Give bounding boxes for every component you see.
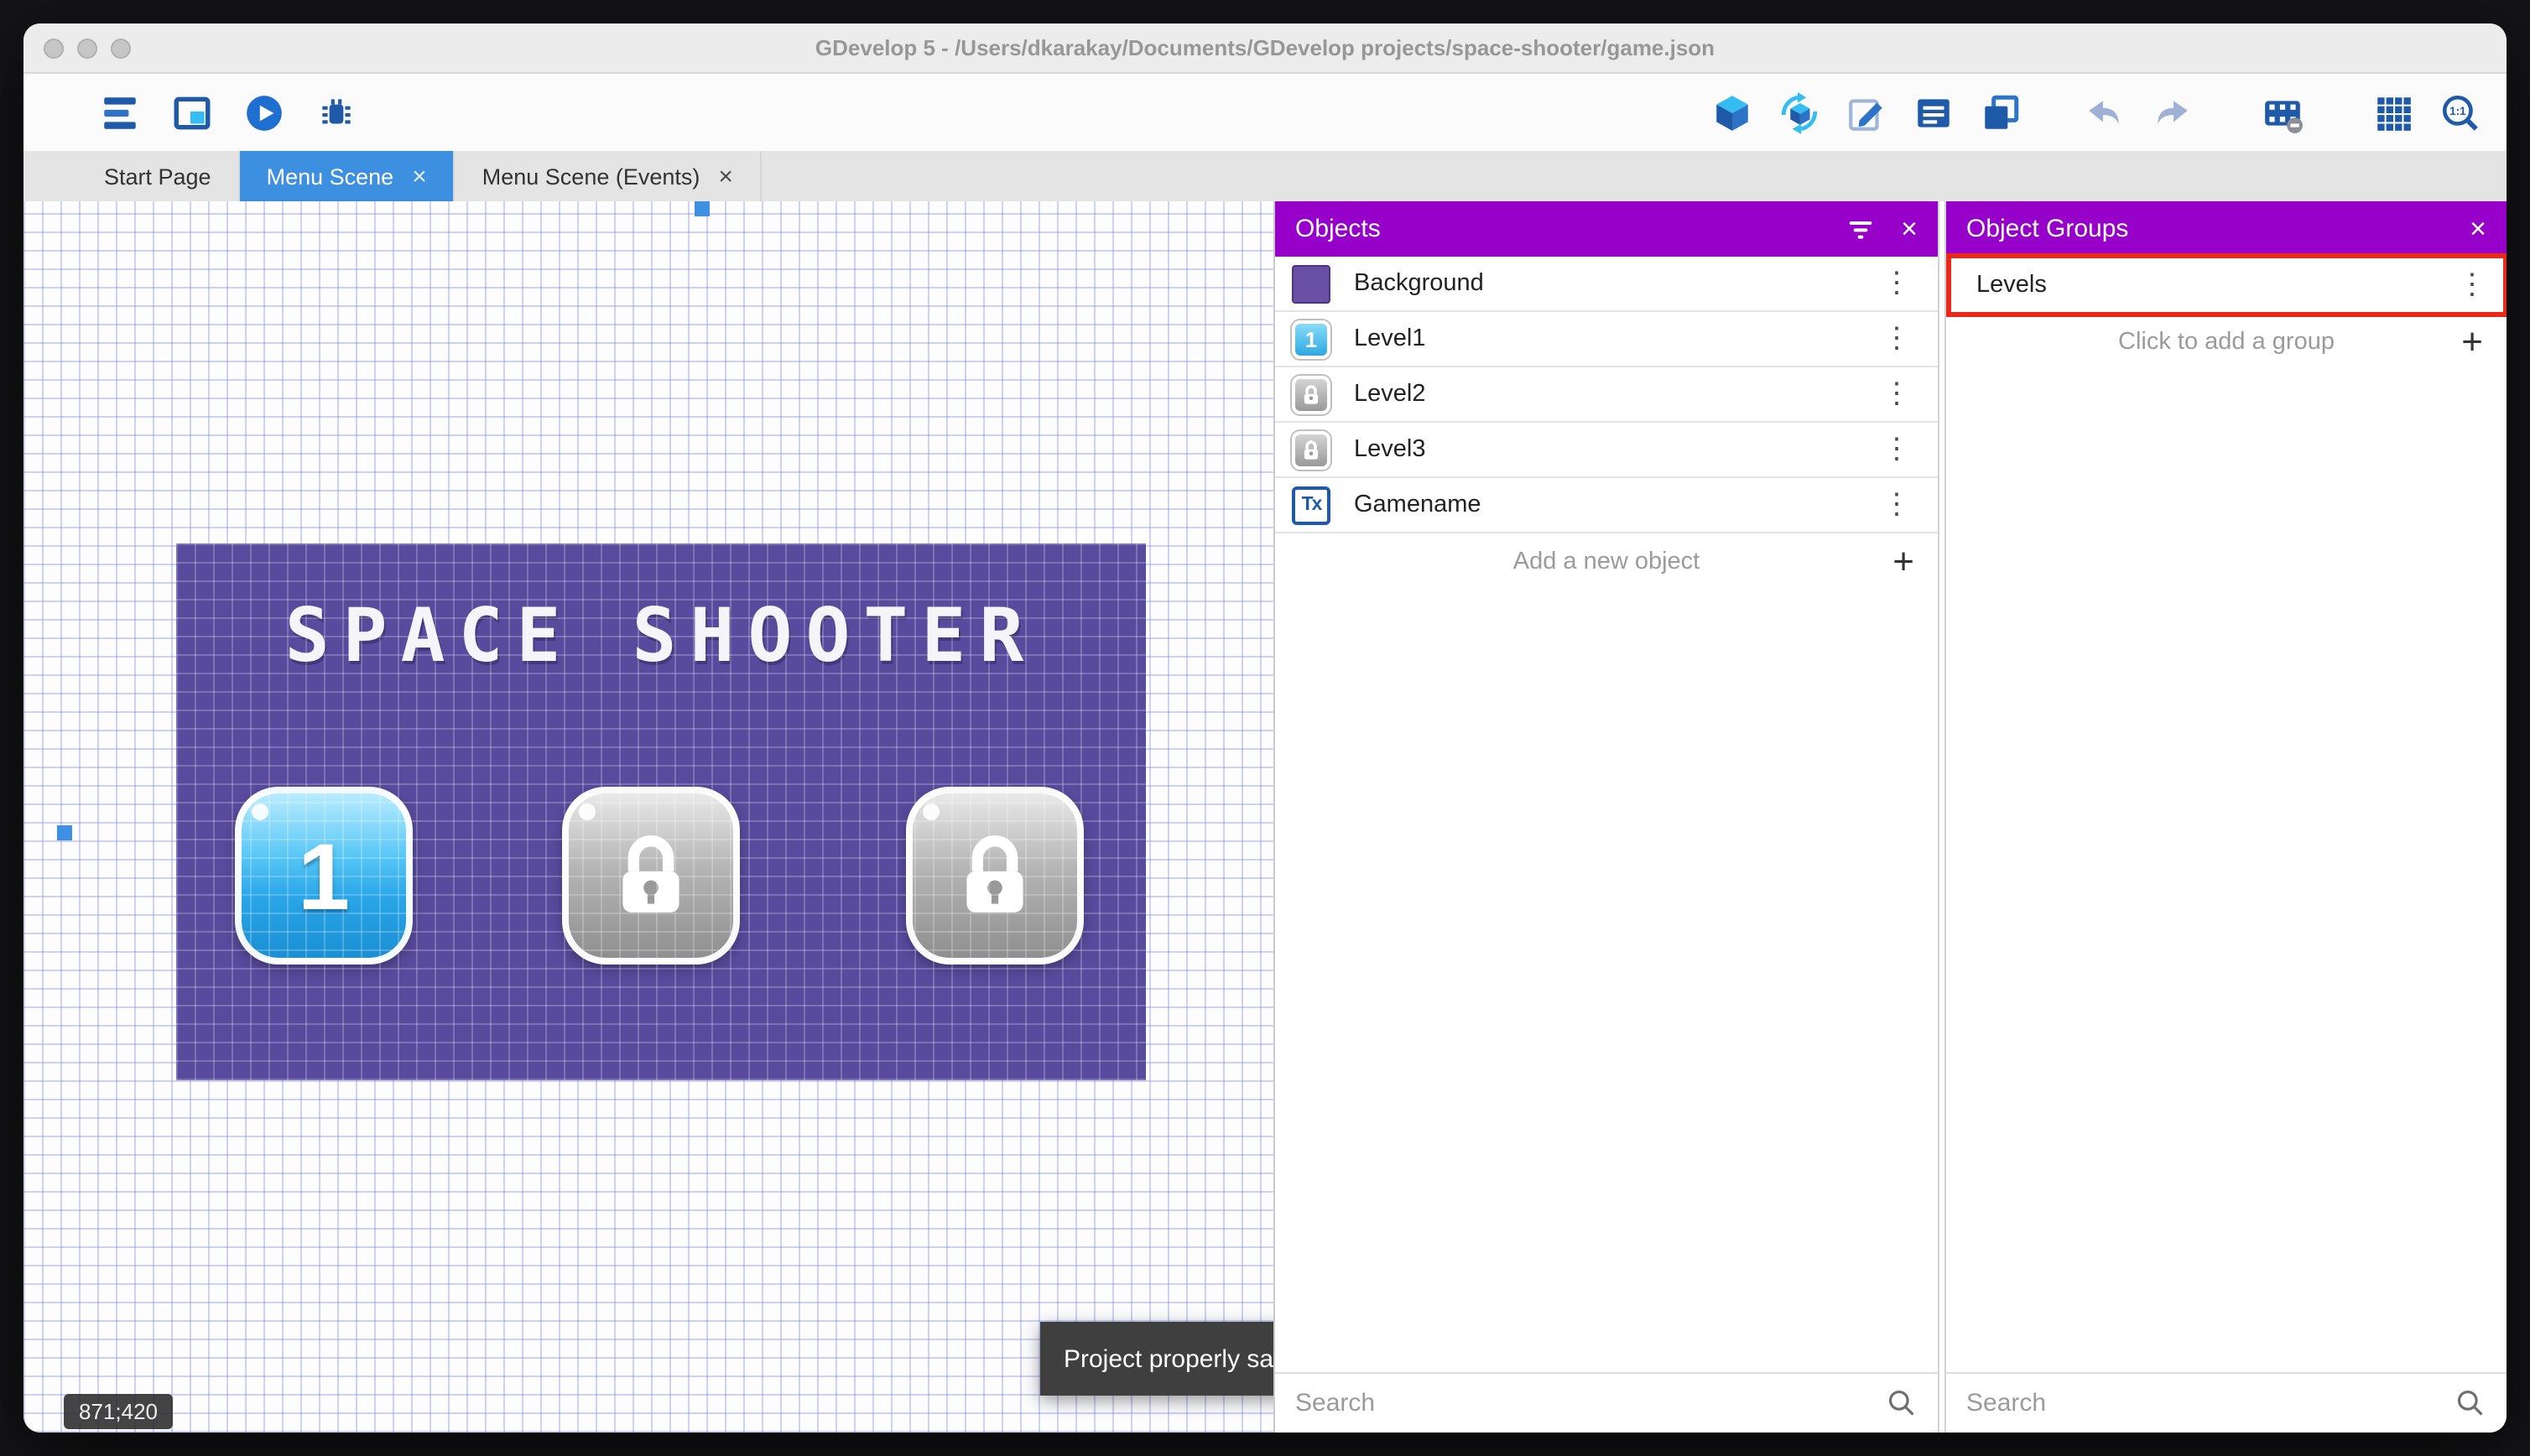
object-row-gamename[interactable]: Tx Gamename ⋮ xyxy=(1275,478,1938,533)
group-row-levels[interactable]: Levels ⋮ xyxy=(1946,253,2507,317)
objects-search-bar xyxy=(1275,1372,1938,1433)
objects-search-input[interactable] xyxy=(1295,1389,1872,1417)
window-title: GDevelop 5 - /Users/dkarakay/Documents/G… xyxy=(815,35,1715,60)
padlock-icon xyxy=(966,835,1023,913)
search-icon xyxy=(2457,1390,2483,1416)
close-panel-icon[interactable]: × xyxy=(2470,212,2486,246)
cursor-coordinates-badge: 871;420 xyxy=(64,1394,173,1429)
scene-handle-top[interactable] xyxy=(695,201,710,216)
close-tab-icon[interactable]: × xyxy=(718,164,733,189)
object-name: Level1 xyxy=(1354,325,1426,352)
close-panel-icon[interactable]: × xyxy=(1901,212,1918,246)
object-groups-panel-title: Object Groups xyxy=(1966,215,2129,243)
lock-object-icon xyxy=(1292,430,1330,469)
lock-object-icon xyxy=(1292,375,1330,413)
scene-level3-button-object[interactable] xyxy=(906,787,1084,965)
scene-background-object[interactable]: SPACE SHOOTER 1 xyxy=(176,543,1146,1080)
scene-editor-canvas[interactable]: SPACE SHOOTER 1 Project properly sa 871;… xyxy=(23,201,1273,1433)
debug-icon[interactable] xyxy=(314,90,359,135)
text-object-icon: Tx xyxy=(1292,486,1330,524)
object-menu-icon[interactable]: ⋮ xyxy=(1872,377,1921,411)
groups-search-input[interactable] xyxy=(1966,1389,2441,1417)
filter-icon[interactable] xyxy=(1844,212,1877,246)
add-object-label: Add a new object xyxy=(1512,549,1700,575)
gdevelop-window: GDevelop 5 - /Users/dkarakay/Documents/G… xyxy=(23,23,2507,1433)
level1-number: 1 xyxy=(297,823,351,928)
search-icon xyxy=(1888,1390,1914,1416)
zoom-1-1-icon[interactable]: 1:1 xyxy=(2438,90,2483,135)
add-new-object-button[interactable]: Add a new object + xyxy=(1275,533,1938,590)
scene-level2-button-object[interactable] xyxy=(562,787,740,965)
grid-icon[interactable] xyxy=(2371,90,2416,135)
group-menu-icon[interactable]: ⋮ xyxy=(2448,268,2496,302)
object-menu-icon[interactable]: ⋮ xyxy=(1872,433,1921,466)
objects-panel-header: Objects × xyxy=(1275,201,1938,257)
minimize-window-icon[interactable] xyxy=(77,38,97,58)
sparkle-icon xyxy=(579,803,596,820)
scene-level1-button-object[interactable]: 1 xyxy=(235,787,413,965)
undo-icon[interactable] xyxy=(2082,90,2127,135)
object-menu-icon[interactable]: ⋮ xyxy=(1872,488,1921,522)
panel-divider[interactable] xyxy=(1938,201,1946,1433)
plus-icon: + xyxy=(2461,320,2483,362)
objects-panel-title: Objects xyxy=(1295,215,1381,243)
tab-label: Menu Scene (Events) xyxy=(482,164,700,189)
play-preview-icon[interactable] xyxy=(242,90,287,135)
tab-menu-scene-events[interactable]: Menu Scene (Events) × xyxy=(456,151,762,201)
layers-icon[interactable] xyxy=(1978,90,2023,135)
toast-message: Project properly saved xyxy=(1064,1344,1273,1373)
publish-icon[interactable] xyxy=(1777,90,1822,135)
object-row-level2[interactable]: Level2 ⋮ xyxy=(1275,367,1938,423)
object-name: Background xyxy=(1354,270,1484,297)
object-row-level1[interactable]: 1 Level1 ⋮ xyxy=(1275,312,1938,367)
background-object-icon xyxy=(1292,264,1330,303)
level1-object-icon: 1 xyxy=(1292,320,1330,358)
scene-gamename-text-object[interactable]: SPACE SHOOTER xyxy=(176,594,1146,679)
object-row-level3[interactable]: Level3 ⋮ xyxy=(1275,423,1938,478)
tab-menu-scene[interactable]: Menu Scene × xyxy=(239,151,456,201)
tab-label: Menu Scene xyxy=(266,164,394,189)
sparkle-icon xyxy=(923,803,940,820)
preview-window-icon[interactable] xyxy=(169,90,215,135)
maximize-window-icon[interactable] xyxy=(111,38,131,58)
group-name: Levels xyxy=(1976,272,2047,299)
redo-icon[interactable] xyxy=(2149,90,2194,135)
close-tab-icon[interactable]: × xyxy=(412,164,427,189)
close-window-icon[interactable] xyxy=(44,38,64,58)
padlock-icon xyxy=(622,835,679,913)
save-toast: Project properly saved xyxy=(1040,1322,1273,1396)
object-name: Gamename xyxy=(1354,491,1481,518)
tab-start-page[interactable]: Start Page xyxy=(77,151,240,201)
title-bar: GDevelop 5 - /Users/dkarakay/Documents/G… xyxy=(23,23,2507,74)
object-groups-panel: Object Groups × Levels ⋮ Click to add a … xyxy=(1946,201,2507,1433)
object-menu-icon[interactable]: ⋮ xyxy=(1872,267,1921,300)
project-manager-icon[interactable] xyxy=(97,90,143,135)
tab-bar: Start Page Menu Scene × Menu Scene (Even… xyxy=(23,151,2507,201)
mask-instances-icon[interactable] xyxy=(2260,90,2305,135)
objects-panel: Objects × Background ⋮ 1 Level1 ⋮ Level2… xyxy=(1273,201,1938,1433)
svg-text:1:1: 1:1 xyxy=(2449,104,2466,117)
toolbar: 1:1 xyxy=(23,74,2507,151)
plus-icon: + xyxy=(1892,540,1914,582)
object-menu-icon[interactable]: ⋮ xyxy=(1872,322,1921,356)
add-group-label: Click to add a group xyxy=(2118,329,2335,356)
object-groups-panel-header: Object Groups × xyxy=(1946,201,2507,257)
object-row-background[interactable]: Background ⋮ xyxy=(1275,257,1938,312)
export-cube-icon[interactable] xyxy=(1710,90,1755,135)
instances-list-icon[interactable] xyxy=(1911,90,1956,135)
groups-search-bar xyxy=(1946,1372,2507,1433)
object-name: Level2 xyxy=(1354,381,1426,408)
scene-handle-left[interactable] xyxy=(57,825,72,840)
object-name: Level3 xyxy=(1354,436,1426,463)
add-group-button[interactable]: Click to add a group + xyxy=(1946,314,2507,371)
edit-scene-icon[interactable] xyxy=(1844,90,1889,135)
tab-label: Start Page xyxy=(104,164,211,189)
